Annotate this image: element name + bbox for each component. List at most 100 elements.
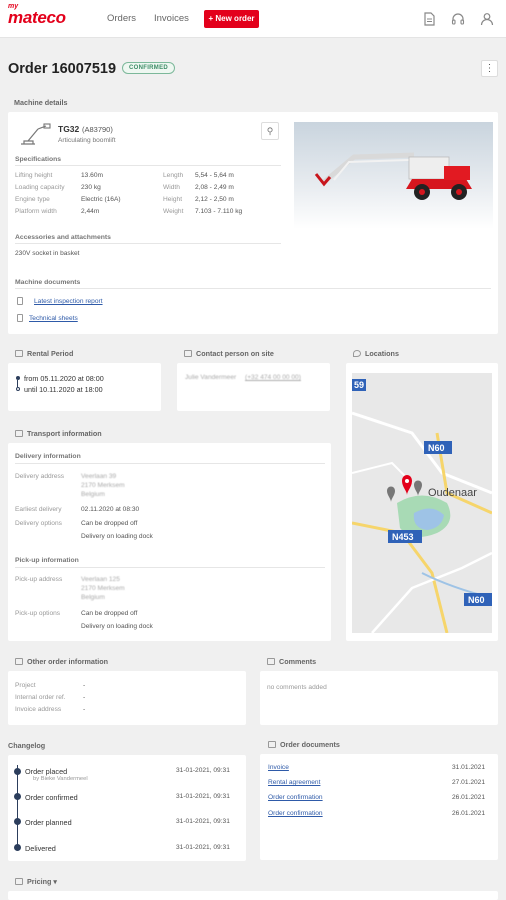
top-bar: my mateco Orders Invoices + New order bbox=[0, 0, 506, 38]
rental-from: from 05.11.2020 at 08:00 bbox=[24, 374, 104, 383]
machine-type: Articulating boomlift bbox=[58, 137, 116, 144]
pickup-option: Delivery on loading dock bbox=[81, 623, 153, 630]
document-icon[interactable] bbox=[421, 11, 437, 27]
locations-title: Locations bbox=[353, 349, 399, 358]
accessories-value: 230V socket in basket bbox=[15, 250, 80, 257]
spec-label: Engine type bbox=[15, 196, 50, 203]
delivery-address-line: 2170 Merksem bbox=[81, 482, 125, 489]
other-info-title: Other order information bbox=[15, 657, 108, 666]
magnifier-icon: ⚲ bbox=[266, 126, 274, 136]
other-info-card: Project - Internal order ref. - Invoice … bbox=[8, 671, 246, 725]
pickup-info-title: Pick-up information bbox=[15, 557, 79, 564]
order-documents-title: Order documents bbox=[268, 740, 340, 749]
timeline-dot bbox=[14, 793, 21, 800]
transport-title: Transport information bbox=[15, 429, 102, 438]
pickup-address-label: Pick-up address bbox=[15, 576, 63, 583]
other-info-label: Other order information bbox=[27, 657, 109, 666]
pickup-address-line: Veerlaan 125 bbox=[81, 576, 120, 583]
changelog-date: 31-01-2021, 09:31 bbox=[176, 793, 230, 800]
transport-card: Delivery information Delivery address Ve… bbox=[8, 443, 331, 641]
logo-prefix: my bbox=[8, 3, 19, 10]
spec-value: 5,54 - 5,64 m bbox=[195, 172, 234, 179]
spec-label: Platform width bbox=[15, 208, 57, 215]
spec-label: Height bbox=[163, 196, 183, 203]
spec-value: 2,44m bbox=[81, 208, 100, 215]
calendar-icon bbox=[15, 350, 23, 357]
delivery-info-title: Delivery information bbox=[15, 453, 81, 460]
transport-label: Transport information bbox=[27, 429, 102, 438]
changelog-event: Order confirmed bbox=[25, 793, 78, 802]
delivery-option: Can be dropped off bbox=[81, 520, 138, 527]
status-badge: CONFIRMED bbox=[122, 62, 176, 74]
order-document-link[interactable]: Invoice bbox=[268, 764, 289, 771]
accessories-title: Accessories and attachments bbox=[15, 234, 111, 241]
order-document-date: 31.01.2021 bbox=[452, 764, 486, 771]
pickup-options-label: Pick-up options bbox=[15, 610, 61, 617]
until-dot bbox=[16, 387, 20, 391]
map-road-label: N453 bbox=[392, 532, 414, 542]
mateco-logo[interactable]: my mateco bbox=[8, 3, 66, 28]
machine-code: (A83790) bbox=[82, 125, 113, 134]
comments-card: no comments added bbox=[260, 671, 498, 725]
new-order-button[interactable]: + New order bbox=[204, 10, 259, 28]
spec-label: Width bbox=[163, 184, 180, 191]
rental-until: until 10.11.2020 at 18:00 bbox=[24, 385, 103, 394]
user-icon[interactable] bbox=[479, 11, 495, 27]
headset-icon[interactable] bbox=[450, 11, 466, 27]
order-document-date: 26.01.2021 bbox=[452, 810, 486, 817]
machine-documents-title: Machine documents bbox=[15, 279, 81, 286]
locations-label: Locations bbox=[365, 349, 399, 358]
order-documents-card: Invoice 31.01.2021 Rental agreement 27.0… bbox=[260, 754, 498, 860]
contact-title: Contact person on site bbox=[184, 349, 274, 358]
other-info-value: - bbox=[83, 706, 86, 713]
order-document-link[interactable]: Rental agreement bbox=[268, 779, 320, 786]
changelog-date: 31-01-2021, 09:31 bbox=[176, 767, 230, 774]
spec-value: 13.60m bbox=[81, 172, 103, 179]
timeline-dot bbox=[14, 844, 21, 851]
contact-label: Contact person on site bbox=[196, 349, 274, 358]
pickup-address-line: Belgium bbox=[81, 594, 105, 601]
map-road-label: N60 bbox=[428, 443, 445, 453]
other-info-label: Internal order ref. bbox=[15, 694, 66, 701]
changelog-date: 31-01-2021, 09:31 bbox=[176, 844, 230, 851]
order-document-date: 27.01.2021 bbox=[452, 779, 486, 786]
changelog-event: Order placed bbox=[25, 767, 68, 776]
spec-value: 2,12 - 2,50 m bbox=[195, 196, 234, 203]
map-city-label: Oudenaar bbox=[428, 487, 477, 499]
contact-card: Julie Vandermeer (+32 474 00 00 00) bbox=[177, 363, 330, 411]
rental-period-label: Rental Period bbox=[27, 349, 74, 358]
other-info-value: - bbox=[83, 682, 86, 689]
delivery-option: Delivery on loading dock bbox=[81, 533, 153, 540]
machine-photo bbox=[294, 122, 493, 229]
more-options-button[interactable]: ⋮ bbox=[481, 60, 498, 77]
order-document-link[interactable]: Order confirmation bbox=[268, 794, 323, 801]
technical-sheets-link[interactable]: Technical sheets bbox=[29, 315, 78, 322]
pricing-toggle[interactable]: Pricing ▾ bbox=[15, 877, 57, 886]
spec-value: 7.103 - 7.110 kg bbox=[195, 208, 243, 215]
timeline-dot bbox=[14, 818, 21, 825]
spec-label: Lifting height bbox=[15, 172, 53, 179]
spec-label: Length bbox=[163, 172, 184, 179]
nav-orders[interactable]: Orders bbox=[107, 13, 136, 24]
comments-label: Comments bbox=[279, 657, 317, 666]
document-icon bbox=[17, 297, 23, 305]
machine-model: TG32 bbox=[58, 124, 80, 134]
rental-period-title: Rental Period bbox=[15, 349, 73, 358]
nav-invoices[interactable]: Invoices bbox=[154, 13, 189, 24]
delivery-address-line: Veerlaan 39 bbox=[81, 473, 117, 480]
spec-value: 2,08 - 2,49 m bbox=[195, 184, 234, 191]
specifications-title: Specifications bbox=[15, 156, 62, 163]
other-info-value: - bbox=[83, 694, 86, 701]
search-machine-button[interactable]: ⚲ bbox=[261, 122, 279, 140]
delivery-options-label: Delivery options bbox=[15, 520, 62, 527]
document-icon bbox=[268, 741, 276, 748]
order-document-link[interactable]: Order confirmation bbox=[268, 810, 323, 817]
pin-icon bbox=[353, 350, 361, 357]
earliest-delivery-value: 02.11.2020 at 08:30 bbox=[81, 506, 140, 513]
location-map[interactable]: 59 N60 N453 N60 Oudenaar bbox=[352, 373, 492, 633]
contact-phone[interactable]: (+32 474 00 00 00) bbox=[245, 374, 301, 381]
changelog-author: by Bieke Vandermeel bbox=[33, 776, 88, 782]
rental-period-card: from 05.11.2020 at 08:00 until 10.11.202… bbox=[8, 363, 161, 411]
inspection-report-link[interactable]: Latest inspection report bbox=[34, 298, 103, 305]
locations-card: 59 N60 N453 N60 Oudenaar bbox=[346, 363, 498, 641]
